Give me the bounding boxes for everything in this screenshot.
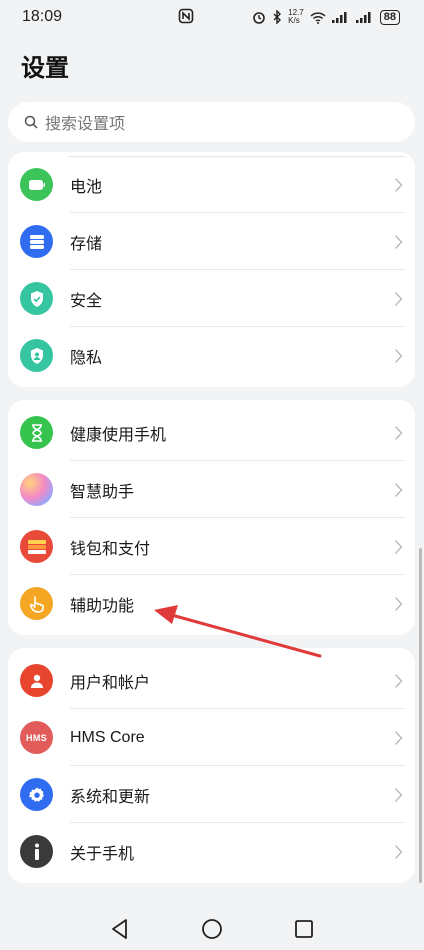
status-time: 18:09 <box>22 8 63 25</box>
chevron-right-icon <box>394 673 403 688</box>
storage-icon <box>20 225 53 258</box>
scrollbar[interactable] <box>419 548 422 883</box>
gear-icon <box>20 778 53 811</box>
battery-icon <box>20 168 53 201</box>
chevron-right-icon <box>394 730 403 745</box>
settings-item-label: 系统和更新 <box>70 788 151 806</box>
status-indicators: 12.7 K/s 88 <box>252 9 400 25</box>
hms-icon: HMS <box>20 721 53 754</box>
nfc-icon <box>178 8 194 24</box>
chevron-right-icon <box>394 787 403 802</box>
chevron-right-icon <box>394 482 403 497</box>
settings-item-digital-balance[interactable]: 健康使用手机 <box>8 404 415 461</box>
settings-item-label: 钱包和支付 <box>70 540 151 558</box>
signal-icon-2 <box>355 12 371 23</box>
settings-item-label: 关于手机 <box>70 845 135 863</box>
user-icon <box>20 664 53 697</box>
settings-group-1: 电池 存储 安全 隐私 <box>8 152 415 387</box>
settings-item-label: 安全 <box>70 292 103 310</box>
network-speed: 12.7 K/s <box>288 8 304 25</box>
search-icon <box>24 115 38 129</box>
hms-icon-text: HMS <box>26 732 47 743</box>
bluetooth-icon <box>273 10 282 24</box>
settings-item-about-phone[interactable]: 关于手机 <box>8 823 415 880</box>
settings-item-label: 用户和帐户 <box>70 674 151 692</box>
settings-item-label: 智慧助手 <box>70 483 135 501</box>
chevron-right-icon <box>394 844 403 859</box>
settings-item-label: HMS Core <box>70 728 145 746</box>
hand-pointer-icon <box>20 587 53 620</box>
chevron-right-icon <box>394 425 403 440</box>
settings-group-3: 用户和帐户 HMS HMS Core 系统和更新 关于手机 <box>8 648 415 883</box>
wallet-icon <box>20 530 53 563</box>
smart-assistant-icon <box>20 473 53 506</box>
chevron-right-icon <box>394 596 403 611</box>
settings-item-hms-core[interactable]: HMS HMS Core <box>8 709 415 766</box>
chevron-right-icon <box>394 234 403 249</box>
settings-item-users-accounts[interactable]: 用户和帐户 <box>8 652 415 709</box>
settings-item-smart-assistant[interactable]: 智慧助手 <box>8 461 415 518</box>
settings-group-2: 健康使用手机 智慧助手 钱包和支付 辅助功能 <box>8 400 415 635</box>
settings-item-label: 辅助功能 <box>70 597 135 615</box>
settings-item-security[interactable]: 安全 <box>8 270 415 327</box>
chevron-right-icon <box>394 291 403 306</box>
settings-item-label: 电池 <box>70 178 103 196</box>
settings-item-system-update[interactable]: 系统和更新 <box>8 766 415 823</box>
settings-item-accessibility[interactable]: 辅助功能 <box>8 575 415 632</box>
info-icon <box>20 835 53 868</box>
settings-item-privacy[interactable]: 隐私 <box>8 327 415 384</box>
settings-item-battery[interactable]: 电池 <box>8 156 415 213</box>
signal-icon <box>331 12 347 23</box>
settings-item-storage[interactable]: 存储 <box>8 213 415 270</box>
status-bar: 18:09 12.7 K/s 88 <box>0 0 424 34</box>
privacy-shield-icon <box>20 339 53 372</box>
back-icon[interactable] <box>108 917 132 941</box>
battery-indicator: 88 <box>379 9 400 25</box>
chevron-right-icon <box>394 539 403 554</box>
search-placeholder: 搜索设置项 <box>45 116 126 133</box>
search-input[interactable]: 搜索设置项 <box>8 102 415 142</box>
navigation-bar <box>0 905 424 950</box>
home-icon[interactable] <box>200 917 224 941</box>
recents-icon[interactable] <box>292 917 316 941</box>
chevron-right-icon <box>394 177 403 192</box>
chevron-right-icon <box>394 348 403 363</box>
settings-item-wallet[interactable]: 钱包和支付 <box>8 518 415 575</box>
wifi-icon <box>310 11 326 24</box>
settings-item-label: 存储 <box>70 235 103 253</box>
page-title: 设置 <box>21 55 69 82</box>
hourglass-icon <box>20 416 53 449</box>
shield-check-icon <box>20 282 53 315</box>
settings-item-label: 健康使用手机 <box>70 426 167 444</box>
settings-item-label: 隐私 <box>70 349 103 367</box>
alarm-icon <box>253 12 265 24</box>
